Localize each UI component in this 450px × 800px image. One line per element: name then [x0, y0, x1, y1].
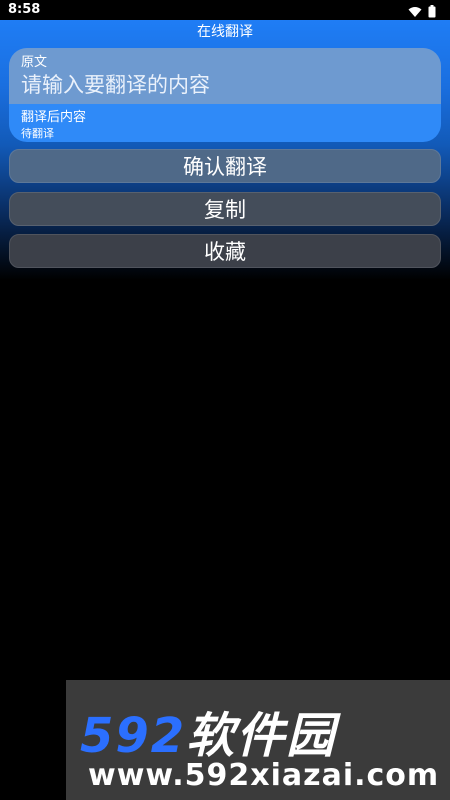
status-bar: 8:58 [0, 0, 450, 20]
favorite-button[interactable]: 收藏 [9, 234, 441, 268]
watermark-logo: 592软件园 [80, 696, 336, 766]
result-label: 翻译后内容 [21, 110, 87, 125]
watermark-logo-text: 软件园 [186, 708, 337, 764]
source-area: 原文 [9, 48, 441, 104]
watermark: 592软件园 www.592xiazai.com [66, 680, 450, 800]
watermark-logo-number: 592 [80, 708, 187, 764]
title-bar: 在线翻译 [0, 20, 450, 44]
status-time: 8:58 [8, 2, 41, 17]
confirm-translate-button[interactable]: 确认翻译 [9, 149, 441, 183]
source-text-input[interactable] [21, 70, 421, 100]
result-text: 待翻译 [21, 127, 54, 140]
watermark-url: www.592xiazai.com [88, 758, 440, 793]
source-label: 原文 [21, 55, 48, 70]
page-title: 在线翻译 [197, 24, 253, 40]
copy-button[interactable]: 复制 [9, 192, 441, 226]
translate-card: 原文 翻译后内容 待翻译 [9, 48, 441, 142]
